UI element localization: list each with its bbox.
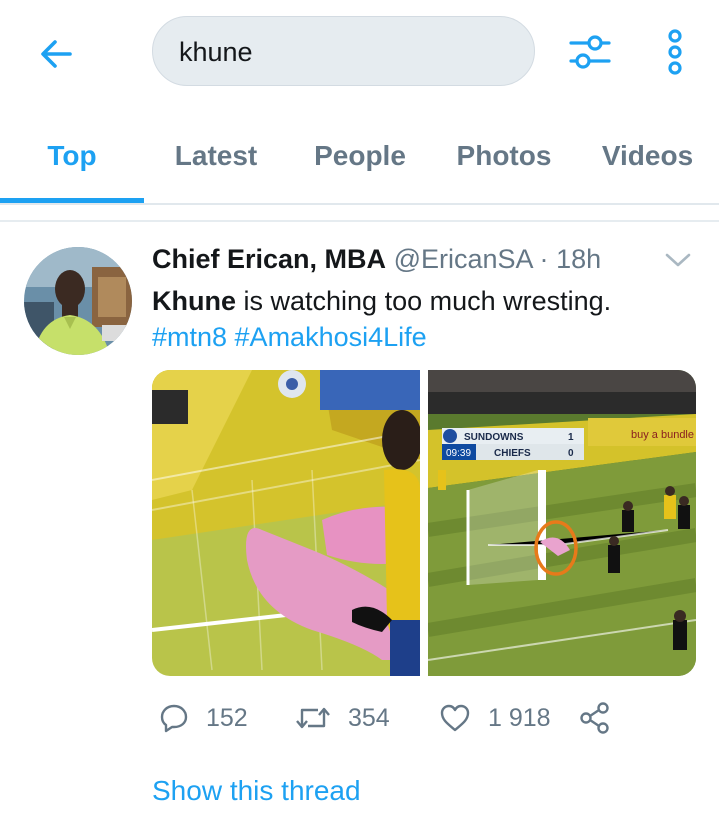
filter-icon[interactable]: [565, 30, 615, 74]
feed-divider: [0, 220, 719, 222]
tab-latest[interactable]: Latest: [144, 125, 288, 203]
tweet-actions: 152 354 1 918: [152, 698, 712, 738]
reply-button[interactable]: 152: [158, 698, 248, 738]
like-count: 1 918: [488, 703, 551, 732]
tweet-media: buy a bundle or SUNDOWNS 1 09:39 CHIEFS: [152, 370, 696, 676]
like-button[interactable]: 1 918: [438, 698, 551, 738]
photo-goalkeeper-closeup[interactable]: [152, 370, 420, 676]
sponsor-banner-text: buy a bundle or: [631, 429, 696, 441]
retweet-button[interactable]: 354: [294, 698, 390, 738]
tweet-text-rest: is watching too much wresting.: [236, 286, 612, 316]
search-box[interactable]: [152, 16, 535, 87]
author-handle[interactable]: @EricanSA: [394, 244, 532, 274]
reply-icon: [160, 704, 188, 733]
tweet-text: Khune is watching too much wresting.: [152, 283, 692, 319]
tweet-hashtags[interactable]: #mtn8 #Amakhosi4Life: [152, 319, 427, 355]
score-team1: SUNDOWNS: [464, 432, 524, 443]
author-name[interactable]: Chief Erican, MBA: [152, 244, 386, 274]
score-value1: 1: [568, 432, 574, 443]
share-icon: [580, 702, 609, 734]
tweet-time: 18h: [556, 244, 602, 274]
separator: ·: [539, 244, 549, 274]
score-team2: CHIEFS: [494, 448, 531, 459]
tabs-divider: [0, 203, 719, 205]
retweet-count: 354: [348, 703, 390, 732]
avatar[interactable]: [24, 247, 132, 355]
tweet-keyword: Khune: [152, 286, 236, 316]
score-value2: 0: [568, 448, 574, 459]
reply-count: 152: [206, 703, 248, 732]
like-icon: [440, 704, 470, 732]
tab-photos[interactable]: Photos: [432, 125, 576, 203]
search-input[interactable]: [177, 17, 511, 87]
chevron-down-icon[interactable]: [664, 250, 692, 270]
share-button[interactable]: [578, 698, 628, 738]
top-bar: [0, 0, 719, 110]
more-icon[interactable]: [660, 27, 690, 77]
search-tabs: Top Latest People Photos Videos: [0, 125, 719, 205]
tweet-header: Chief Erican, MBA @EricanSA · 18h: [152, 244, 672, 278]
tab-people[interactable]: People: [288, 125, 432, 203]
photo-tv-match-broadcast[interactable]: buy a bundle or SUNDOWNS 1 09:39 CHIEFS: [428, 370, 696, 676]
retweet-icon: [296, 707, 330, 729]
show-thread-link[interactable]: Show this thread: [152, 775, 361, 807]
match-clock: 09:39: [446, 448, 471, 459]
back-arrow-icon[interactable]: [36, 34, 76, 74]
tab-videos[interactable]: Videos: [576, 125, 719, 203]
tab-top[interactable]: Top: [0, 125, 144, 203]
